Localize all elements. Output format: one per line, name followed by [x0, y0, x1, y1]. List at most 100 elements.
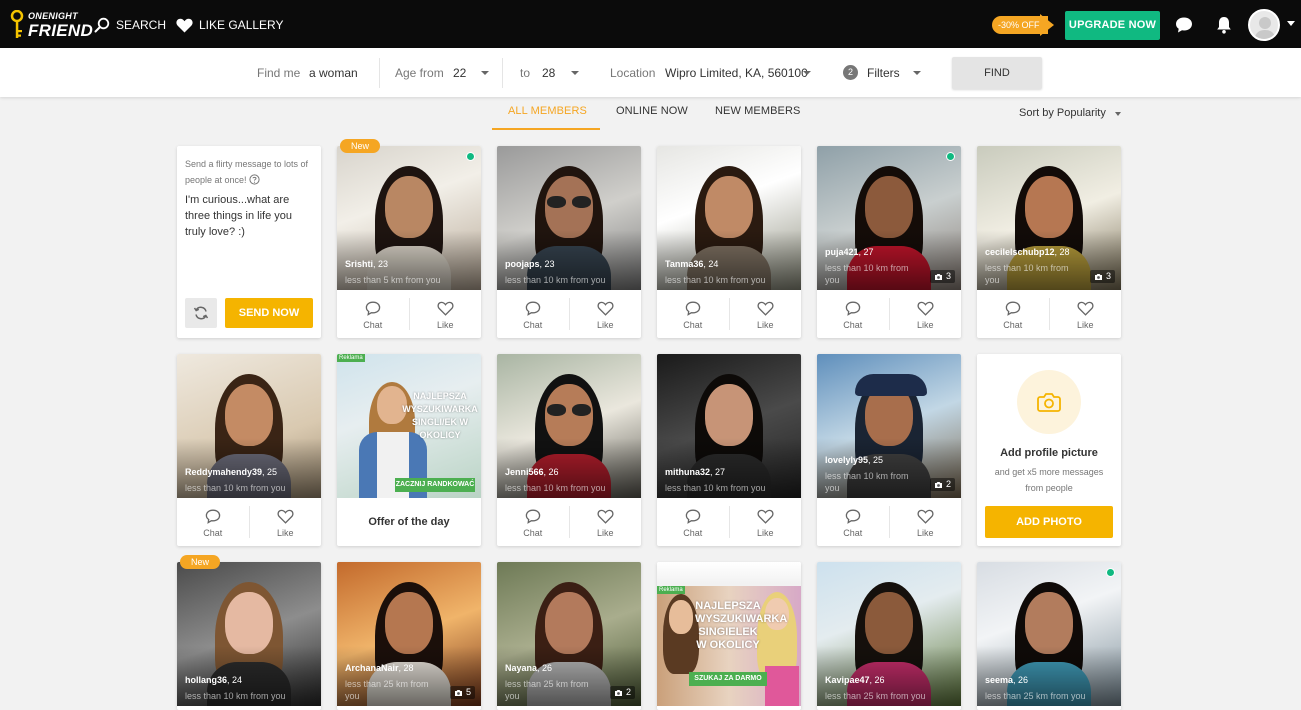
chat-button[interactable]: Chat [657, 498, 729, 546]
ad-image[interactable]: Reklama NAJLEPSZA WYSZUKIWARKA SINGLI/EK… [337, 354, 481, 498]
chat-button[interactable]: Chat [177, 498, 249, 546]
member-card[interactable]: hollang36, 24 less than 10 km from you [177, 562, 321, 710]
member-card[interactable]: Reddymahendy39, 25 less than 10 km from y… [177, 354, 321, 546]
member-name[interactable]: seema, 26 [985, 675, 1028, 685]
sort-dropdown[interactable]: Sort by Popularity [1019, 107, 1106, 119]
member-card[interactable]: Srishti, 23 less than 5 km from you Chat Li… [337, 146, 481, 338]
member-card[interactable]: ArchanaNair, 28 less than 25 km from you 5 [337, 562, 481, 710]
member-name[interactable]: Reddymahendy39, 25 [185, 467, 277, 477]
member-photo[interactable]: puja421, 27 less than 10 km from you 3 [817, 146, 961, 290]
member-card[interactable]: Tanma36, 24 less than 10 km from you Chat L… [657, 146, 801, 338]
find-me-select[interactable]: a woman [309, 66, 358, 80]
ad-image[interactable]: Reklama NAJLEPSZA WYSZUKIWARKA SINGIELEK… [657, 562, 801, 706]
user-avatar[interactable] [1248, 9, 1280, 41]
ad-cta-button[interactable]: SZUKAJ ZA DARMO [689, 672, 767, 686]
member-name[interactable]: Jenni566, 26 [505, 467, 559, 477]
member-name[interactable]: poojaps, 23 [505, 259, 555, 269]
age-from-caret[interactable] [481, 71, 489, 75]
age-to-caret[interactable] [571, 71, 579, 75]
member-photo[interactable]: ArchanaNair, 28 less than 25 km from you 5 [337, 562, 481, 706]
upgrade-now-button[interactable]: UPGRADE NOW [1065, 11, 1160, 40]
search-nav-link[interactable]: SEARCH [94, 16, 166, 34]
refresh-icon [193, 306, 209, 320]
member-card[interactable]: Kavipae47, 26 less than 25 km from you [817, 562, 961, 710]
member-distance: less than 25 km from you [825, 691, 926, 701]
member-card[interactable]: Nayana, 26 less than 25 km from you 2 [497, 562, 641, 710]
like-button[interactable]: Like [890, 290, 962, 338]
like-button[interactable]: Like [410, 290, 482, 338]
like-button[interactable]: Like [570, 498, 642, 546]
member-card[interactable]: cecilelschubp12, 28 less than 10 km from … [977, 146, 1121, 338]
tab-online-now[interactable]: ONLINE NOW [616, 105, 688, 117]
chat-button[interactable]: Chat [977, 290, 1049, 338]
tab-new-members[interactable]: NEW MEMBERS [715, 105, 800, 117]
member-photo[interactable]: Kavipae47, 26 less than 25 km from you [817, 562, 961, 706]
photo-count-badge: 2 [609, 686, 635, 699]
like-gallery-nav-link[interactable]: LIKE GALLERY [176, 16, 284, 34]
member-name[interactable]: Srishti, 23 [345, 259, 388, 269]
mass-message-hint-text: Send a flirty message to lots of people … [185, 159, 309, 185]
like-button[interactable]: Like [1050, 290, 1122, 338]
camera-circle[interactable] [1017, 370, 1081, 434]
member-photo[interactable]: seema, 26 less than 25 km from you [977, 562, 1121, 706]
member-card[interactable]: puja421, 27 less than 10 km from you 3 Chat… [817, 146, 961, 338]
member-photo[interactable]: Jenni566, 26 less than 10 km from you [497, 354, 641, 498]
member-photo[interactable]: cecilelschubp12, 28 less than 10 km from … [977, 146, 1121, 290]
like-button[interactable]: Like [730, 498, 802, 546]
add-photo-button[interactable]: ADD PHOTO [985, 506, 1113, 538]
send-now-button[interactable]: SEND NOW [225, 298, 313, 328]
member-photo[interactable]: Reddymahendy39, 25 less than 10 km from y… [177, 354, 321, 498]
sort-caret[interactable] [1115, 112, 1121, 116]
like-button[interactable]: Like [890, 498, 962, 546]
member-card[interactable]: seema, 26 less than 25 km from you [977, 562, 1121, 710]
site-logo[interactable]: ONENIGHT FRIEND [10, 8, 93, 42]
member-name[interactable]: ArchanaNair, 28 [345, 663, 414, 673]
member-name[interactable]: puja421, 27 [825, 247, 874, 257]
chat-button[interactable]: Chat [497, 498, 569, 546]
age-to-select[interactable]: 28 [542, 66, 555, 80]
ad-cta-button[interactable]: ZACZNIJ RANDKOWAĆ [395, 478, 475, 492]
member-name[interactable]: cecilelschubp12, 28 [985, 247, 1070, 257]
member-name[interactable]: hollang36, 24 [185, 675, 242, 685]
member-card[interactable]: mithuna32, 27 less than 10 km from you Cha… [657, 354, 801, 546]
member-name[interactable]: mithuna32, 27 [665, 467, 725, 477]
member-card[interactable]: lovelyly95, 25 less than 10 km from you 2 C… [817, 354, 961, 546]
like-button[interactable]: Like [570, 290, 642, 338]
member-photo[interactable]: Nayana, 26 less than 25 km from you 2 [497, 562, 641, 706]
refresh-message-button[interactable] [185, 298, 217, 328]
member-name[interactable]: Tanma36, 24 [665, 259, 718, 269]
member-card[interactable]: Jenni566, 26 less than 10 km from you Chat… [497, 354, 641, 546]
member-photo[interactable]: mithuna32, 27 less than 10 km from you [657, 354, 801, 498]
tab-all-members[interactable]: ALL MEMBERS [508, 105, 587, 117]
ad-card[interactable]: Reklama NAJLEPSZA WYSZUKIWARKA SINGIELEK… [657, 562, 801, 710]
member-photo[interactable]: Srishti, 23 less than 5 km from you [337, 146, 481, 290]
member-photo[interactable]: poojaps, 23 less than 10 km from you [497, 146, 641, 290]
like-button[interactable]: Like [250, 498, 322, 546]
chat-button[interactable]: Chat [817, 290, 889, 338]
location-caret[interactable] [803, 71, 811, 75]
help-icon[interactable] [249, 174, 260, 185]
member-photo[interactable]: hollang36, 24 less than 10 km from you [177, 562, 321, 706]
member-name[interactable]: Nayana, 26 [505, 663, 552, 673]
bell-icon[interactable] [1214, 15, 1234, 35]
member-card[interactable]: poojaps, 23 less than 10 km from you Chat L… [497, 146, 641, 338]
chat-label: Chat [203, 527, 223, 538]
age-from-select[interactable]: 22 [453, 66, 466, 80]
chat-button[interactable]: Chat [657, 290, 729, 338]
member-name[interactable]: Kavipae47, 26 [825, 675, 885, 685]
avatar-dropdown-caret[interactable] [1287, 21, 1295, 26]
chat-bubble-icon[interactable] [1174, 15, 1194, 35]
member-distance: less than 5 km from you [345, 275, 441, 285]
member-photo[interactable]: lovelyly95, 25 less than 10 km from you 2 [817, 354, 961, 498]
offer-card[interactable]: Reklama NAJLEPSZA WYSZUKIWARKA SINGLI/EK… [337, 354, 481, 546]
member-photo[interactable]: Tanma36, 24 less than 10 km from you [657, 146, 801, 290]
find-button[interactable]: FIND [952, 57, 1042, 89]
chat-button[interactable]: Chat [817, 498, 889, 546]
member-name[interactable]: lovelyly95, 25 [825, 455, 883, 465]
filters-caret[interactable] [913, 71, 921, 75]
like-button[interactable]: Like [730, 290, 802, 338]
chat-button[interactable]: Chat [337, 290, 409, 338]
location-select[interactable]: Wipro Limited, KA, 560100 [665, 66, 808, 80]
chat-button[interactable]: Chat [497, 290, 569, 338]
filters-toggle[interactable]: Filters [867, 66, 900, 80]
